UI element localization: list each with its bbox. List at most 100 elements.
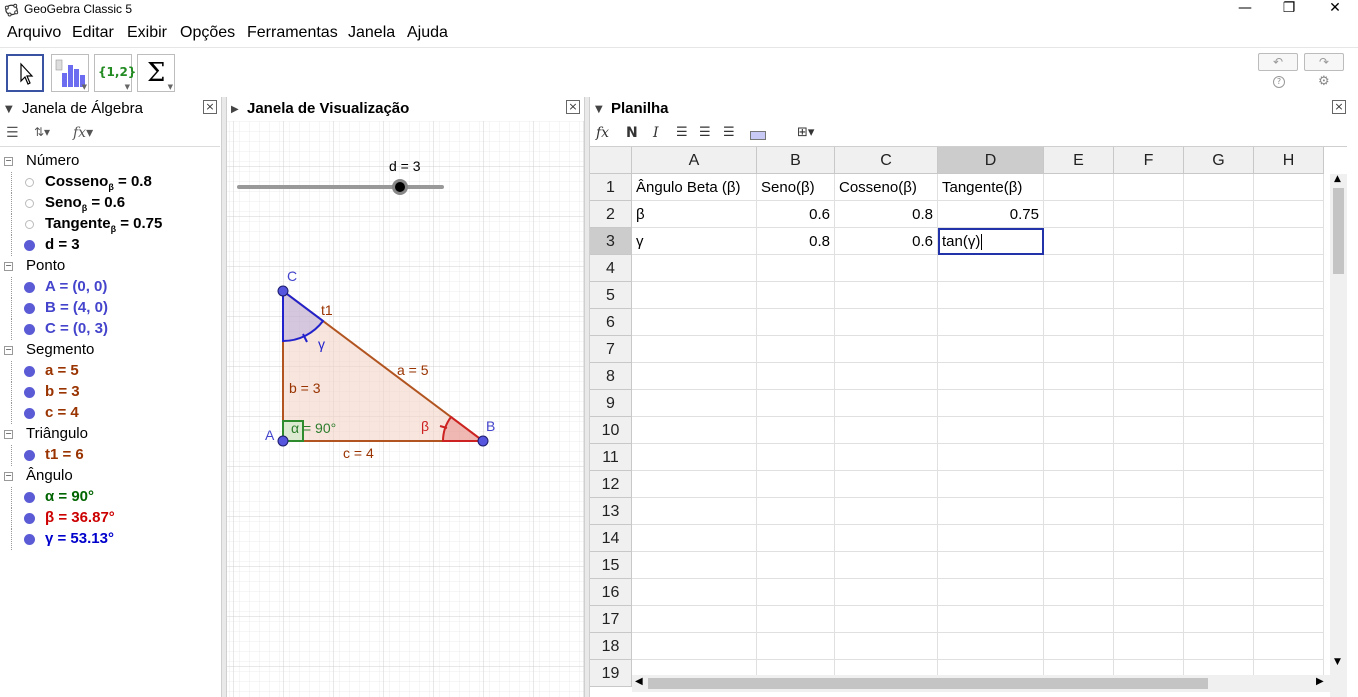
cell[interactable] — [938, 552, 1044, 579]
cell[interactable] — [1254, 390, 1324, 417]
cell[interactable] — [757, 282, 835, 309]
cell[interactable] — [1044, 525, 1114, 552]
cell[interactable]: Cosseno(β) — [835, 174, 938, 201]
vertical-scroll-thumb[interactable] — [1333, 188, 1344, 274]
row-header[interactable]: 17 — [590, 606, 632, 633]
point-C[interactable] — [277, 285, 289, 297]
cell[interactable] — [757, 417, 835, 444]
cell[interactable] — [757, 255, 835, 282]
cell[interactable] — [757, 633, 835, 660]
align-right-icon[interactable]: ☰ — [723, 125, 735, 140]
cell[interactable] — [1044, 255, 1114, 282]
close-window-button[interactable]: ✕ — [1312, 0, 1358, 20]
column-header[interactable]: G — [1184, 147, 1254, 174]
cell[interactable] — [938, 363, 1044, 390]
cell[interactable] — [1044, 444, 1114, 471]
algebra-item[interactable]: a = 5 — [0, 361, 220, 382]
cell[interactable]: Tangente(β) — [938, 174, 1044, 201]
cell[interactable] — [757, 552, 835, 579]
visibility-toggle-icon[interactable] — [24, 303, 35, 314]
row-header[interactable]: 8 — [590, 363, 632, 390]
cell[interactable] — [1114, 525, 1184, 552]
cell[interactable] — [1114, 282, 1184, 309]
algebra-category[interactable]: − Ângulo — [0, 466, 220, 487]
cell[interactable]: β — [632, 201, 757, 228]
cell[interactable] — [632, 633, 757, 660]
collapse-toggle-icon[interactable]: − — [4, 430, 13, 439]
row-header[interactable]: 12 — [590, 471, 632, 498]
cell[interactable] — [1254, 174, 1324, 201]
cell[interactable] — [632, 255, 757, 282]
visibility-toggle-icon[interactable] — [25, 199, 34, 208]
cell[interactable] — [835, 309, 938, 336]
algebra-category[interactable]: − Número — [0, 151, 220, 172]
visibility-toggle-icon[interactable] — [24, 534, 35, 545]
menu-exibir[interactable]: Exibir — [127, 24, 167, 42]
cell[interactable] — [1044, 390, 1114, 417]
cell[interactable] — [1184, 579, 1254, 606]
cell[interactable] — [1184, 282, 1254, 309]
visibility-toggle-icon[interactable] — [25, 220, 34, 229]
cell[interactable] — [835, 471, 938, 498]
cell[interactable] — [1254, 201, 1324, 228]
cell[interactable] — [835, 255, 938, 282]
cell[interactable] — [1114, 417, 1184, 444]
algebra-item[interactable]: A = (0, 0) — [0, 277, 220, 298]
cell[interactable] — [1044, 606, 1114, 633]
algebra-item[interactable]: Senoβ = 0.6 — [0, 193, 220, 214]
bold-button[interactable]: N — [626, 125, 638, 141]
expand-caret-icon[interactable]: ▶ — [231, 104, 239, 115]
cell[interactable] — [1184, 255, 1254, 282]
cell[interactable] — [1044, 633, 1114, 660]
cell[interactable] — [938, 282, 1044, 309]
cell[interactable] — [938, 390, 1044, 417]
row-header[interactable]: 3 — [590, 228, 632, 255]
cell[interactable] — [1114, 633, 1184, 660]
histogram-tool-button[interactable]: ▼ — [51, 54, 89, 92]
cell[interactable] — [938, 498, 1044, 525]
cell[interactable] — [938, 633, 1044, 660]
spreadsheet-grid[interactable]: A B C D E F G H 1 Ângulo Beta (β) Seno(β) Cosseno(β… — [590, 147, 1347, 697]
collapse-toggle-icon[interactable]: − — [4, 157, 13, 166]
corner-cell[interactable] — [590, 147, 632, 174]
cell[interactable] — [1184, 336, 1254, 363]
cell[interactable]: 0.8 — [757, 228, 835, 255]
cell[interactable] — [757, 525, 835, 552]
sum-tool-button[interactable]: Σ ▼ — [137, 54, 175, 92]
background-color-icon[interactable]: ▾ — [750, 127, 766, 140]
column-header[interactable]: D — [938, 147, 1044, 174]
cell[interactable] — [1114, 228, 1184, 255]
cell[interactable] — [1114, 552, 1184, 579]
scroll-left-icon[interactable]: ◀ — [635, 676, 643, 687]
cell[interactable]: 0.8 — [835, 201, 938, 228]
cell[interactable] — [1044, 336, 1114, 363]
visibility-toggle-icon[interactable] — [24, 450, 35, 461]
cell[interactable] — [1044, 579, 1114, 606]
column-header[interactable]: E — [1044, 147, 1114, 174]
cell[interactable]: 0.6 — [835, 228, 938, 255]
algebra-item[interactable]: b = 3 — [0, 382, 220, 403]
cell[interactable] — [1184, 552, 1254, 579]
collapse-toggle-icon[interactable]: − — [4, 472, 13, 481]
algebra-item[interactable]: β = 36.87° — [0, 508, 220, 529]
cell[interactable] — [835, 282, 938, 309]
cell[interactable] — [835, 579, 938, 606]
move-tool-button[interactable] — [6, 54, 44, 92]
column-header[interactable]: H — [1254, 147, 1324, 174]
cell[interactable] — [1184, 390, 1254, 417]
cell[interactable] — [1044, 471, 1114, 498]
cell[interactable] — [1044, 552, 1114, 579]
cell[interactable] — [1114, 606, 1184, 633]
algebra-item[interactable]: Cossenoβ = 0.8 — [0, 172, 220, 193]
cell[interactable] — [1044, 228, 1114, 255]
border-style-icon[interactable]: ⊞▾ — [797, 125, 814, 140]
cell[interactable] — [757, 579, 835, 606]
cell[interactable] — [1254, 525, 1324, 552]
cell[interactable] — [835, 444, 938, 471]
cell[interactable] — [835, 633, 938, 660]
visibility-toggle-icon[interactable] — [24, 366, 35, 377]
cell[interactable]: 0.6 — [757, 201, 835, 228]
visibility-toggle-icon[interactable] — [24, 408, 35, 419]
row-header[interactable]: 1 — [590, 174, 632, 201]
cell[interactable] — [938, 417, 1044, 444]
